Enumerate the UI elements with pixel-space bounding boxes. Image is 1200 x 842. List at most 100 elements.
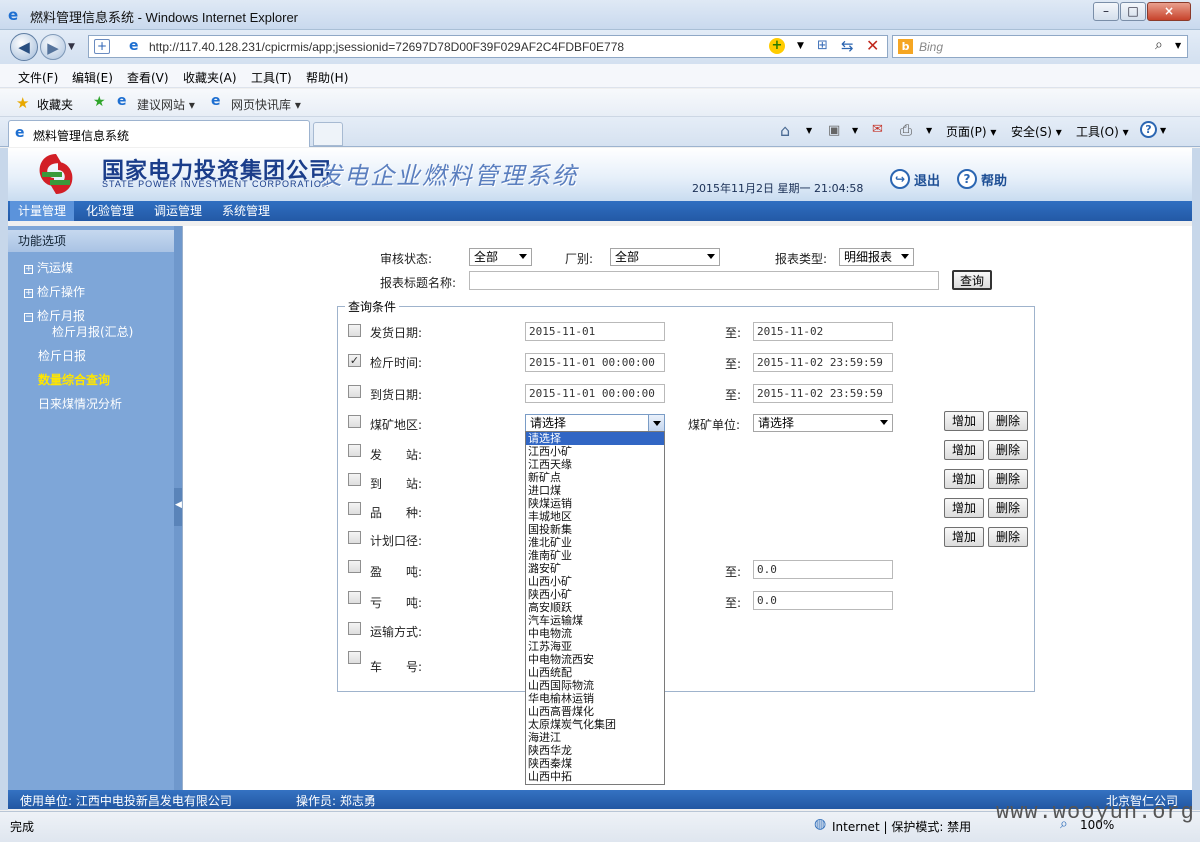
help-icon[interactable]: ? (957, 169, 977, 189)
url-text[interactable]: http://117.40.128.231/cpicrmis/app;jsess… (149, 40, 624, 54)
weigh-time-checkbox[interactable]: ✓ (348, 354, 361, 367)
dropdown-option[interactable]: 海进江 (526, 731, 664, 744)
loss-ton-to-input[interactable]: 0.0 (753, 591, 893, 610)
add-send-station-button[interactable]: 增加 (944, 440, 984, 460)
dropdown-option[interactable]: 高安顺跃 (526, 601, 664, 614)
sidebar-item-daily-report[interactable]: 检斤日报 (38, 347, 86, 364)
mine-region-dropdown-list[interactable]: 请选择 江西小矿 江西天缘 新矿点 进口煤 陕煤运销 丰城地区 国投新集 淮北矿业 淮南矿业 潞安矿… (525, 431, 665, 785)
mine-region-checkbox[interactable] (348, 415, 361, 428)
home-icon[interactable]: ⌂ (780, 121, 790, 140)
arrive-station-checkbox[interactable] (348, 473, 361, 486)
delete-send-station-button[interactable]: 删除 (988, 440, 1028, 460)
tab-fuel-system[interactable]: e 燃料管理信息系统 (8, 120, 310, 147)
delete-arrive-station-button[interactable]: 删除 (988, 469, 1028, 489)
help-link[interactable]: 帮助 (981, 170, 1007, 189)
mail-icon[interactable]: ✉ (872, 122, 883, 137)
web-slice-link[interactable]: 网页快讯库 ▾ (231, 96, 301, 113)
variety-checkbox[interactable] (348, 502, 361, 515)
ship-date-from-input[interactable]: 2015-11-01 (525, 322, 665, 341)
audit-status-select[interactable]: 全部 (469, 248, 532, 266)
help-circle-icon[interactable]: ? (1140, 121, 1157, 138)
send-station-checkbox[interactable] (348, 444, 361, 457)
sidebar-item-weigh-ops[interactable]: + 检斤操作 (24, 283, 85, 300)
maximize-button[interactable]: □ (1120, 2, 1146, 21)
dropdown-option[interactable]: 淮南矿业 (526, 549, 664, 562)
delete-mine-button[interactable]: 删除 (988, 411, 1028, 431)
minimize-button[interactable]: – (1093, 2, 1119, 21)
dropdown-option[interactable]: 山西中拓 (526, 770, 664, 783)
compat-view-icon[interactable]: + (94, 39, 110, 54)
expand-icon[interactable]: + (24, 265, 33, 274)
print-dropdown-icon[interactable]: ▼ (926, 126, 932, 135)
arrive-date-checkbox[interactable] (348, 385, 361, 398)
favorites-button[interactable]: 收藏夹 (37, 96, 73, 113)
add-mine-button[interactable]: 增加 (944, 411, 984, 431)
weigh-time-to-input[interactable]: 2015-11-02 23:59:59 (753, 353, 893, 372)
car-no-checkbox[interactable] (348, 651, 361, 664)
logout-link[interactable]: 退出 (914, 170, 940, 189)
menu-favorites[interactable]: 收藏夹(A) (183, 69, 237, 86)
dropdown-option[interactable]: 潞安矿 (526, 562, 664, 575)
help-dropdown-icon[interactable]: ▼ (1160, 126, 1166, 135)
dropdown-option[interactable]: 陕西华龙 (526, 744, 664, 757)
arrive-date-to-input[interactable]: 2015-11-02 23:59:59 (753, 384, 893, 403)
feeds-dropdown-icon[interactable]: ▼ (852, 126, 858, 135)
dropdown-option[interactable]: 江西小矿 (526, 445, 664, 458)
plan-caliber-checkbox[interactable] (348, 531, 361, 544)
query-button[interactable]: 查询 (952, 270, 992, 290)
nav-dispatch[interactable]: 调运管理 (146, 201, 210, 221)
loss-ton-checkbox[interactable] (348, 591, 361, 604)
dropdown-option[interactable]: 请选择 (526, 432, 664, 445)
dropdown-option[interactable]: 陕煤运销 (526, 497, 664, 510)
dropdown-option[interactable]: 中电物流 (526, 627, 664, 640)
dropdown-option[interactable]: 山西统配 (526, 666, 664, 679)
sidebar-item-monthly-report[interactable]: − 检斤月报 (24, 307, 85, 324)
dropdown-option[interactable]: 汽车运输煤 (526, 614, 664, 627)
ship-date-to-input[interactable]: 2015-11-02 (753, 322, 893, 341)
add-variety-button[interactable]: 增加 (944, 498, 984, 518)
dropdown-option[interactable]: 江苏海亚 (526, 640, 664, 653)
home-dropdown-icon[interactable]: ▼ (806, 126, 812, 135)
menu-tools[interactable]: 工具(T) (251, 69, 292, 86)
mine-unit-select[interactable]: 请选择 (753, 414, 893, 432)
stop-icon[interactable]: ✕ (866, 36, 879, 55)
menu-help[interactable]: 帮助(H) (306, 69, 348, 86)
forward-button[interactable]: ▶ (40, 34, 66, 60)
ship-date-checkbox[interactable] (348, 324, 361, 337)
dropdown-option[interactable]: 进口煤 (526, 484, 664, 497)
rss-icon[interactable]: ⊞ (817, 38, 828, 53)
addon-icon[interactable]: + (769, 38, 785, 54)
refresh-icon[interactable]: ⇆ (841, 37, 854, 55)
menu-view[interactable]: 查看(V) (127, 69, 169, 86)
back-button[interactable]: ◀ (10, 33, 38, 61)
dropdown-option[interactable]: 陕西秦煤 (526, 757, 664, 770)
sidebar-item-daily-coal-analysis[interactable]: 日来煤情况分析 (38, 395, 122, 412)
add-favorites-icon[interactable]: ★ (93, 94, 106, 110)
dropdown-option[interactable]: 新矿点 (526, 471, 664, 484)
url-dropdown-icon[interactable]: ▼ (797, 41, 804, 51)
security-zone[interactable]: Internet | 保护模式: 禁用 (832, 818, 971, 835)
add-plan-button[interactable]: 增加 (944, 527, 984, 547)
menu-file[interactable]: 文件(F) (18, 69, 58, 86)
sidebar-item-truck-coal[interactable]: + 汽运煤 (24, 259, 73, 276)
logout-icon[interactable]: ↪ (890, 169, 910, 189)
delete-variety-button[interactable]: 删除 (988, 498, 1028, 518)
nav-measurement[interactable]: 计量管理 (10, 201, 75, 221)
dropdown-option[interactable]: 山西小矿 (526, 575, 664, 588)
dropdown-option[interactable]: 中电物流西安 (526, 653, 664, 666)
cmd-safety[interactable]: 安全(S) ▾ (1011, 123, 1062, 140)
address-field[interactable]: + e http://117.40.128.231/cpicrmis/app;j… (88, 35, 888, 58)
surplus-ton-checkbox[interactable] (348, 560, 361, 573)
dropdown-button[interactable] (648, 415, 664, 431)
cmd-tools[interactable]: 工具(O) ▾ (1076, 123, 1129, 140)
collapse-icon[interactable]: − (24, 313, 33, 322)
arrive-date-from-input[interactable]: 2015-11-01 00:00:00 (525, 384, 665, 403)
close-button[interactable]: × (1147, 2, 1191, 21)
weigh-time-from-input[interactable]: 2015-11-01 00:00:00 (525, 353, 665, 372)
surplus-ton-to-input[interactable]: 0.0 (753, 560, 893, 579)
expand-icon[interactable]: + (24, 289, 33, 298)
dropdown-option[interactable]: 淮北矿业 (526, 536, 664, 549)
search-field[interactable]: b Bing ⌕ ▼ (892, 35, 1188, 58)
dropdown-option[interactable]: 山西高晋煤化 (526, 705, 664, 718)
feeds-icon[interactable]: ▣ (828, 123, 840, 138)
